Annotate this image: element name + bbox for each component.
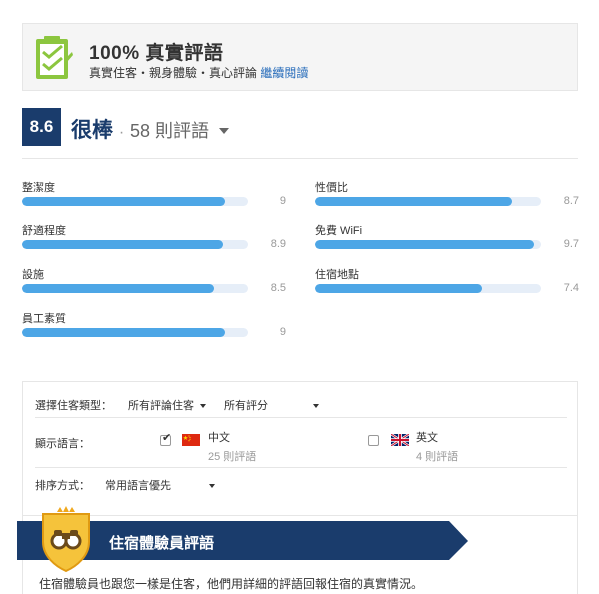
- score-bar-fill: [22, 197, 226, 206]
- expert-reviews-section: 住宿體驗員評語 住宿體驗員也跟您一樣是住客，他們用詳細的評語回報住宿的真實情況。: [17, 506, 578, 594]
- score-bar-track: [22, 197, 248, 206]
- category-value: 8.5: [270, 282, 286, 294]
- category-name: 整潔度: [22, 182, 55, 194]
- sort-dropdown[interactable]: 常用語言優先: [105, 477, 215, 493]
- guest-type-value: 所有評論住客: [128, 400, 194, 412]
- language-name: 英文: [416, 432, 438, 444]
- caret-down-icon: [218, 128, 229, 135]
- divider: [22, 158, 578, 159]
- language-review-count: 25 則評語: [208, 451, 257, 463]
- score-bar-fill: [22, 240, 224, 249]
- category-comfort: 舒適程度 8.9: [22, 222, 286, 250]
- category-value: 9: [279, 326, 286, 338]
- language-label: 顯示語言：: [35, 438, 90, 450]
- score-bar-fill: [22, 328, 226, 337]
- score-bar-fill: [22, 284, 215, 293]
- score-bar-track: [315, 284, 541, 293]
- divider: [35, 417, 567, 418]
- score-bar-fill: [315, 197, 512, 206]
- language-review-count: 4 則評語: [416, 451, 459, 463]
- score-bar-track: [22, 328, 248, 337]
- category-value: 8.9: [270, 238, 286, 250]
- category-free-wifi: 免費 WiFi 9.7: [315, 222, 579, 250]
- expert-description: 住宿體驗員也跟您一樣是住客，他們用詳細的評語回報住宿的真實情況。: [39, 577, 424, 591]
- score-bar-track: [22, 284, 248, 293]
- verified-reviews-banner: 100% 真實評語 真實住客・親身體驗・真心評論 繼續閱讀: [22, 23, 578, 91]
- verified-subtitle-text: 真實住客・親身體驗・真心評論: [89, 66, 258, 80]
- expert-title: 住宿體驗員評語: [109, 535, 215, 552]
- score-rating-label: 很棒: [71, 119, 113, 142]
- language-option-chinese[interactable]: 中文 25 則評語: [208, 429, 256, 464]
- language-checkbox-english[interactable]: [368, 435, 379, 446]
- category-value: 8.7: [563, 195, 579, 207]
- category-value: 9: [279, 195, 286, 207]
- category-value-for-money: 性價比 8.7: [315, 179, 579, 207]
- category-name: 舒適程度: [22, 225, 66, 237]
- uk-flag-icon: [391, 434, 409, 446]
- language-checkbox-chinese[interactable]: ✔: [160, 432, 172, 446]
- sort-value: 常用語言優先: [105, 480, 171, 492]
- score-bar-track: [315, 197, 541, 206]
- score-bar-track: [22, 240, 248, 249]
- guest-type-label: 選擇住客類型：: [35, 400, 112, 412]
- divider: [35, 467, 567, 468]
- category-facilities: 設施 8.5: [22, 266, 286, 294]
- chevron-down-icon: [200, 404, 206, 409]
- verified-title: 100% 真實評語: [89, 43, 224, 64]
- review-count: 58 則評語: [130, 121, 210, 141]
- verified-subtitle: 真實住客・親身體驗・真心評論 繼續閱讀: [89, 64, 308, 81]
- checkmark-icon: ✔: [162, 432, 172, 444]
- category-staff: 員工素質 9: [22, 310, 286, 338]
- language-name: 中文: [208, 432, 230, 444]
- category-name: 員工素質: [22, 313, 66, 325]
- language-row: 顯示語言： ✔ 中文 25 則評語 英文 4 則評語: [35, 428, 565, 463]
- chevron-down-icon: [209, 484, 215, 489]
- category-value: 9.7: [563, 238, 579, 250]
- china-flag-icon: [182, 434, 200, 446]
- binoculars-shield-icon: [42, 506, 90, 573]
- category-name: 住宿地點: [315, 269, 359, 281]
- score-bar-fill: [315, 284, 483, 293]
- rating-dropdown[interactable]: 所有評分: [224, 397, 319, 413]
- score-bar-fill: [315, 240, 535, 249]
- separator-dot: ·: [118, 124, 125, 141]
- category-name: 免費 WiFi: [315, 225, 363, 237]
- overall-score: 8.6: [22, 108, 61, 146]
- chevron-down-icon: [313, 404, 319, 409]
- sort-label: 排序方式：: [35, 480, 90, 492]
- read-more-link[interactable]: 繼續閱讀: [260, 66, 308, 80]
- language-option-english[interactable]: 英文 4 則評語: [416, 429, 458, 464]
- checklist-icon: [36, 36, 73, 79]
- score-summary-dropdown[interactable]: 很棒 · 58 則評語: [71, 114, 229, 144]
- rating-value: 所有評分: [224, 400, 268, 412]
- score-bar-track: [315, 240, 541, 249]
- review-filters: 選擇住客類型： 所有評論住客 所有評分 顯示語言： ✔ 中文 25 則評語 英文…: [22, 381, 578, 515]
- category-name: 性價比: [315, 182, 348, 194]
- guest-type-dropdown[interactable]: 所有評論住客: [128, 397, 206, 413]
- category-location: 住宿地點 7.4: [315, 266, 579, 294]
- category-cleanliness: 整潔度 9: [22, 179, 286, 207]
- category-name: 設施: [22, 269, 44, 281]
- category-value: 7.4: [563, 282, 579, 294]
